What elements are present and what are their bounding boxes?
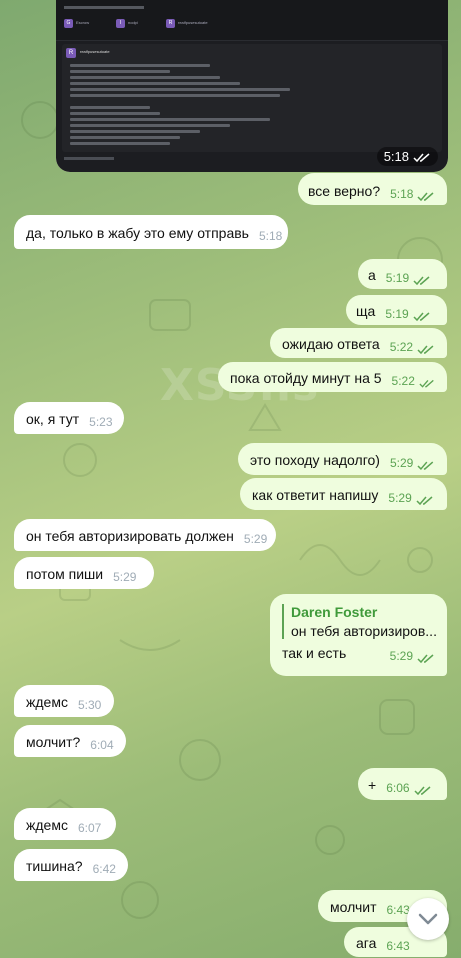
double-check-icon <box>417 345 434 355</box>
message-time: 5:22 <box>391 374 415 388</box>
double-check-icon <box>414 786 431 796</box>
message-time: 6:42 <box>92 862 116 876</box>
message-time: 5:29 <box>389 649 413 663</box>
message-time: 6:43 <box>386 939 410 953</box>
message-time: 5:29 <box>243 532 268 546</box>
reply-author: Daren Foster <box>291 604 378 620</box>
message-text: да, только в жабу это ему отправь <box>26 225 249 241</box>
message-bubble-outgoing[interactable]: а 5:19 <box>358 259 447 289</box>
message-bubble-incoming[interactable]: молчит? 6:04 <box>14 725 126 757</box>
message-time: 5:29 <box>388 491 412 505</box>
message-bubble-incoming[interactable]: да, только в жабу это ему отправь 5:18 <box>14 215 288 249</box>
message-time: 6:07 <box>77 821 102 835</box>
message-bubble-incoming[interactable]: ок, я тут 5:23 <box>14 402 124 434</box>
message-text: как ответит напишу <box>252 487 379 503</box>
message-bubble-outgoing[interactable]: ща 5:19 <box>346 295 447 325</box>
message-time: 5:22 <box>389 340 414 354</box>
screenshot-chip: Inodpi <box>116 16 138 30</box>
chevron-down-icon <box>418 913 438 925</box>
screenshot-post: R realfpusesutoate <box>62 44 442 152</box>
message-text: молчит? <box>26 734 81 750</box>
message-time: 5:29 <box>113 570 137 584</box>
message-text: пока отойду минут на 5 <box>230 370 382 386</box>
message-text: ок, я тут <box>26 411 80 427</box>
message-time: 5:29 <box>389 456 414 470</box>
message-bubble-outgoing-reply[interactable]: Daren Foster он тебя авторизиров... так … <box>270 594 447 676</box>
message-text: все верно? <box>308 183 381 199</box>
message-text: ожидаю ответа <box>282 336 380 352</box>
message-text: это походу надолго) <box>250 452 380 468</box>
message-time: 5:23 <box>89 415 113 429</box>
scroll-to-bottom-button[interactable] <box>407 898 449 940</box>
message-time: 5:19 <box>385 271 410 285</box>
message-bubble-outgoing[interactable]: все верно? 5:18 <box>298 173 447 205</box>
message-bubble-outgoing[interactable]: ожидаю ответа 5:22 <box>270 328 447 358</box>
message-time: 5:18 <box>258 229 283 243</box>
message-text: ща <box>356 303 376 319</box>
message-bubble-incoming[interactable]: потом пиши 5:29 <box>14 557 154 589</box>
message-text: так и есть <box>282 645 347 661</box>
double-check-icon <box>413 276 430 286</box>
message-text: молчит <box>330 899 377 915</box>
message-text: ага <box>356 935 377 951</box>
message-text: + <box>368 777 377 793</box>
message-text: тишина? <box>26 858 83 874</box>
screenshot-time: 5:18 <box>376 147 438 166</box>
message-bubble-incoming[interactable]: ждемс 5:30 <box>14 685 114 717</box>
double-check-icon <box>417 654 434 664</box>
message-time: 5:19 <box>385 307 409 321</box>
message-time: 5:18 <box>390 187 414 201</box>
message-text: ждемс <box>26 817 68 833</box>
reply-quote[interactable]: Daren Foster он тебя авторизиров... <box>282 604 437 639</box>
message-bubble-incoming[interactable]: тишина? 6:42 <box>14 849 128 881</box>
message-bubble-outgoing[interactable]: пока отойду минут на 5 5:22 <box>218 362 447 392</box>
message-bubble-outgoing[interactable]: + 6:06 <box>358 768 447 800</box>
message-bubble-incoming[interactable]: он тебя авторизировать должен 5:29 <box>14 519 276 551</box>
double-check-icon <box>417 461 434 471</box>
screenshot-chip: G Escrow <box>64 16 89 30</box>
message-text: а <box>368 267 376 283</box>
message-bubble-outgoing[interactable]: это походу надолго) 5:29 <box>238 443 447 475</box>
screenshot-post-author: realfpusesutoate <box>80 49 110 54</box>
screenshot-message[interactable]: G Escrow Inodpi Rrealfpusesutoate R realf… <box>56 0 448 172</box>
double-check-icon <box>413 153 430 163</box>
double-check-icon <box>413 312 430 322</box>
screenshot-chip: Rrealfpusesutoate <box>166 16 208 30</box>
message-time: 6:04 <box>90 738 114 752</box>
message-text: он тебя авторизировать должен <box>26 528 234 544</box>
message-text: ждемс <box>26 694 68 710</box>
message-bubble-incoming[interactable]: ждемс 6:07 <box>14 808 116 840</box>
double-check-icon <box>419 379 434 388</box>
message-bubble-outgoing[interactable]: как ответит напишу 5:29 <box>240 478 447 510</box>
reply-quoted-text: он тебя авторизиров... <box>291 623 437 639</box>
message-time: 6:06 <box>386 781 410 795</box>
message-time: 5:30 <box>77 698 102 712</box>
double-check-icon <box>417 192 434 202</box>
message-text: потом пиши <box>26 566 104 582</box>
double-check-icon <box>416 496 433 506</box>
